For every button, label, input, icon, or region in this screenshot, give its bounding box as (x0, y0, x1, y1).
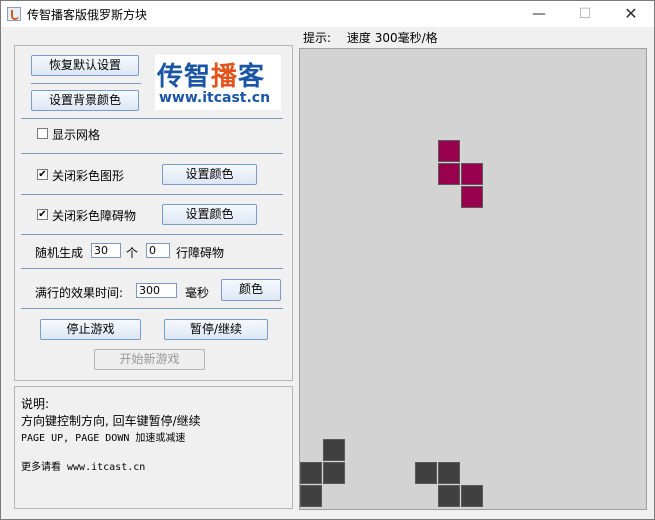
active-piece-block (438, 163, 460, 185)
divider (21, 268, 283, 269)
ms-unit-label: 毫秒 (185, 286, 210, 300)
game-board[interactable] (299, 48, 647, 510)
obstacle-block (323, 439, 345, 461)
obstacle-block (438, 462, 460, 484)
help-line-website: 更多请看 www.itcast.cn (21, 462, 146, 473)
active-piece-block (461, 163, 483, 185)
java-app-icon (7, 7, 21, 21)
disable-color-shape-checkbox[interactable]: ✔ (37, 169, 48, 180)
speed-text: 速度 300毫秒/格 (346, 31, 438, 45)
help-title: 说明: (21, 397, 50, 411)
divider (21, 308, 283, 309)
disable-color-obstacle-checkbox[interactable]: ✔ (37, 209, 48, 220)
stop-game-button[interactable]: 停止游戏 (40, 319, 141, 340)
hint-label: 提示: (303, 31, 332, 45)
divider (21, 194, 283, 195)
show-grid-checkbox[interactable] (37, 128, 48, 139)
help-line-controls: 方向键控制方向, 回车键暂停/继续 (21, 414, 201, 428)
minimize-button[interactable]: — (516, 1, 562, 27)
new-game-button[interactable]: 开始新游戏 (94, 349, 205, 370)
obstacle-rows-input[interactable]: 0 (146, 243, 170, 258)
app-window: 传智播客版俄罗斯方块 — ☐ ✕ 恢复默认设置 设置背景颜色 传智播客 www.… (0, 0, 655, 520)
obstacle-rows-label: 行障碍物 (176, 246, 225, 260)
show-grid-label: 显示网格 (52, 128, 101, 142)
help-panel: 说明: 方向键控制方向, 回车键暂停/继续 PAGE UP, PAGE DOWN… (14, 386, 293, 509)
obstacle-count-input[interactable]: 30 (91, 243, 121, 258)
set-obstacle-color-button[interactable]: 设置颜色 (162, 204, 257, 225)
effect-color-button[interactable]: 颜色 (221, 279, 281, 301)
full-line-effect-label: 满行的效果时间: (35, 286, 124, 300)
obstacle-block (300, 462, 322, 484)
effect-time-input[interactable]: 300 (136, 283, 177, 298)
obstacle-block (415, 462, 437, 484)
random-generate-label: 随机生成 (35, 246, 84, 260)
window-title: 传智播客版俄罗斯方块 (27, 8, 148, 22)
maximize-button[interactable]: ☐ (562, 1, 608, 27)
status-bar: 提示: 速度 300毫秒/格 (298, 30, 645, 47)
set-background-color-button[interactable]: 设置背景颜色 (31, 90, 139, 111)
active-piece-block (438, 140, 460, 162)
restore-defaults-button[interactable]: 恢复默认设置 (31, 55, 139, 76)
title-bar[interactable]: 传智播客版俄罗斯方块 — ☐ ✕ (1, 1, 654, 27)
divider (21, 153, 283, 154)
active-piece-block (461, 186, 483, 208)
logo-text: 传智播客 (157, 62, 266, 92)
disable-color-shape-label: 关闭彩色图形 (52, 169, 125, 183)
help-line-speed: PAGE UP, PAGE DOWN 加速或减速 (21, 433, 186, 444)
obstacle-block (323, 462, 345, 484)
obstacle-block (461, 485, 483, 507)
set-shape-color-button[interactable]: 设置颜色 (162, 164, 257, 185)
disable-color-obstacle-label: 关闭彩色障碍物 (52, 209, 137, 223)
itcast-logo: 传智播客 www.itcast.cn (155, 55, 281, 110)
logo-url: www.itcast.cn (159, 90, 271, 106)
divider (31, 83, 141, 84)
unit-label: 个 (126, 246, 139, 260)
pause-resume-button[interactable]: 暂停/继续 (164, 319, 268, 340)
divider (21, 234, 283, 235)
control-panel: 恢复默认设置 设置背景颜色 传智播客 www.itcast.cn 显示网格 ✔ … (14, 45, 293, 381)
close-button[interactable]: ✕ (608, 1, 654, 27)
obstacle-block (300, 485, 322, 507)
divider (21, 118, 283, 119)
obstacle-block (438, 485, 460, 507)
